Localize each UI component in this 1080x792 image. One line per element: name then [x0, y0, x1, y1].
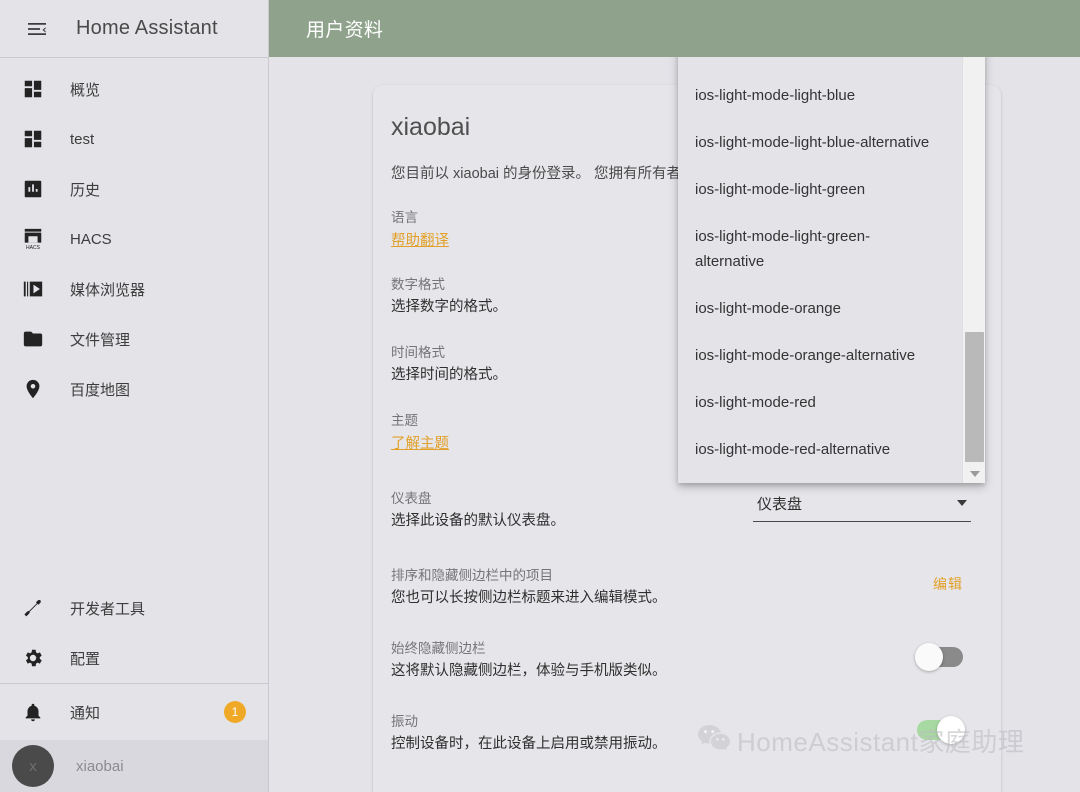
- sidebar-nav-bottom: 开发者工具 配置: [0, 579, 268, 683]
- dashboard-select-value: 仪表盘: [757, 495, 803, 513]
- setting-control: 编辑: [925, 566, 971, 602]
- scroll-down-arrow-icon[interactable]: [963, 465, 985, 483]
- sidebar-item-file-manager[interactable]: 文件管理: [0, 314, 268, 364]
- always-hide-sidebar-toggle[interactable]: [915, 643, 963, 671]
- dashboard-select[interactable]: 仪表盘: [753, 493, 971, 522]
- setting-title: 振动: [391, 714, 418, 729]
- sidebar-item-overview[interactable]: 概览: [0, 64, 268, 114]
- sidebar-item-notifications[interactable]: 通知 1: [0, 684, 268, 740]
- sidebar-item-label: test: [70, 130, 95, 148]
- sidebar-item-label: 配置: [70, 650, 101, 668]
- setting-title: 排序和隐藏侧边栏中的项目: [391, 568, 553, 583]
- setting-row-dashboard: 仪表盘 选择此设备的默认仪表盘。 仪表盘: [389, 489, 977, 532]
- menu-item[interactable]: ios-light-mode-light-blue: [678, 72, 956, 119]
- menu-collapse-icon[interactable]: [13, 5, 61, 53]
- sidebar-item-label: 通知: [70, 704, 101, 722]
- theme-select-menu[interactable]: ios-light-mode-dark-green ios-light-mode…: [678, 0, 985, 483]
- sidebar-item-baidu-map[interactable]: 百度地图: [0, 364, 268, 414]
- sidebar-item-label: 概览: [70, 81, 101, 99]
- sidebar-nav: 概览 test 历史 HACS HACS 媒体浏览器 文件管理 百度地图: [0, 58, 268, 414]
- menu-item[interactable]: ios-light-mode-orange: [678, 285, 956, 332]
- setting-row-sidebar-order: 排序和隐藏侧边栏中的项目 您也可以长按侧边栏标题来进入编辑模式。 编辑: [389, 566, 977, 609]
- app-root: Home Assistant 概览 test 历史 HACS HACS 媒体浏览…: [0, 0, 1080, 792]
- sidebar-item-label: 历史: [70, 181, 101, 199]
- theme-menu-list: ios-light-mode-dark-green ios-light-mode…: [678, 0, 956, 473]
- toggle-knob: [937, 716, 965, 744]
- sidebar-item-hacs[interactable]: HACS HACS: [0, 214, 268, 264]
- sidebar-item-media-browser[interactable]: 媒体浏览器: [0, 264, 268, 314]
- chart-box-icon: [22, 178, 58, 200]
- hacs-store-icon: HACS: [22, 227, 58, 251]
- map-marker-icon: [22, 378, 58, 400]
- view-dashboard-icon: [22, 78, 58, 100]
- sidebar-item-test[interactable]: test: [0, 114, 268, 164]
- app-header: 用户资料: [269, 0, 1080, 57]
- play-box-multiple-icon: [22, 278, 58, 300]
- setting-desc: 您也可以长按侧边栏标题来进入编辑模式。: [391, 590, 667, 606]
- header-title: 用户资料: [306, 20, 384, 41]
- setting-control: [917, 712, 971, 748]
- sidebar-item-label: 开发者工具: [70, 600, 146, 618]
- setting-texts: 振动 控制设备时，在此设备上启用或禁用振动。: [391, 712, 917, 755]
- setting-texts: 排序和隐藏侧边栏中的项目 您也可以长按侧边栏标题来进入编辑模式。: [391, 566, 925, 609]
- sidebar-item-user-profile[interactable]: x xiaobai: [0, 740, 268, 792]
- notification-badge: 1: [224, 701, 246, 723]
- sidebar-item-label: HACS: [70, 230, 112, 248]
- learn-themes-link[interactable]: 了解主题: [391, 432, 449, 453]
- sidebar-item-label: 文件管理: [70, 331, 131, 349]
- hammer-icon: [22, 597, 58, 619]
- menu-item[interactable]: ios-light-mode-light-green-alternative: [678, 213, 956, 285]
- setting-control: 仪表盘: [753, 489, 971, 525]
- setting-texts: 仪表盘 选择此设备的默认仪表盘。: [391, 489, 753, 532]
- folder-icon: [22, 328, 58, 350]
- menu-item[interactable]: ios-light-mode-red-alternative: [678, 426, 956, 473]
- setting-title: 始终隐藏侧边栏: [391, 641, 486, 656]
- setting-control: [915, 639, 971, 675]
- svg-text:HACS: HACS: [26, 245, 41, 251]
- sidebar: Home Assistant 概览 test 历史 HACS HACS 媒体浏览…: [0, 0, 269, 792]
- setting-desc: 选择此设备的默认仪表盘。: [391, 513, 565, 529]
- sidebar-item-history[interactable]: 历史: [0, 164, 268, 214]
- bell-icon: [22, 701, 58, 723]
- scrollbar-thumb[interactable]: [965, 332, 984, 462]
- menu-item[interactable]: ios-light-mode-red: [678, 379, 956, 426]
- avatar-initial: x: [29, 757, 37, 775]
- setting-row-always-hide-sidebar: 始终隐藏侧边栏 这将默认隐藏侧边栏，体验与手机版类似。: [389, 639, 977, 682]
- chevron-down-icon: [957, 500, 967, 506]
- toggle-knob: [915, 643, 943, 671]
- vibrate-toggle[interactable]: [917, 716, 965, 744]
- view-dashboard-icon: [22, 128, 58, 150]
- sidebar-item-label: 媒体浏览器: [70, 281, 146, 299]
- menu-scrollbar[interactable]: [962, 0, 985, 483]
- help-translate-link[interactable]: 帮助翻译: [391, 229, 449, 250]
- menu-item[interactable]: ios-light-mode-light-blue-alternative: [678, 119, 956, 166]
- app-title: Home Assistant: [76, 17, 218, 39]
- sidebar-item-settings[interactable]: 配置: [0, 633, 268, 683]
- user-name-label: xiaobai: [76, 757, 124, 775]
- avatar: x: [12, 745, 54, 787]
- triangle-down-icon: [969, 471, 980, 477]
- setting-desc: 控制设备时，在此设备上启用或禁用振动。: [391, 736, 667, 752]
- sidebar-item-developer-tools[interactable]: 开发者工具: [0, 583, 268, 633]
- menu-item[interactable]: ios-light-mode-light-green: [678, 166, 956, 213]
- edit-button[interactable]: 编辑: [925, 568, 971, 600]
- setting-row-vibrate: 振动 控制设备时，在此设备上启用或禁用振动。: [389, 712, 977, 755]
- menu-item[interactable]: ios-light-mode-orange-alternative: [678, 332, 956, 379]
- setting-desc: 这将默认隐藏侧边栏，体验与手机版类似。: [391, 663, 667, 679]
- sidebar-header: Home Assistant: [0, 0, 268, 58]
- cog-icon: [22, 647, 58, 669]
- setting-texts: 始终隐藏侧边栏 这将默认隐藏侧边栏，体验与手机版类似。: [391, 639, 917, 682]
- setting-title: 仪表盘: [391, 491, 432, 506]
- sidebar-item-label: 百度地图: [70, 381, 131, 399]
